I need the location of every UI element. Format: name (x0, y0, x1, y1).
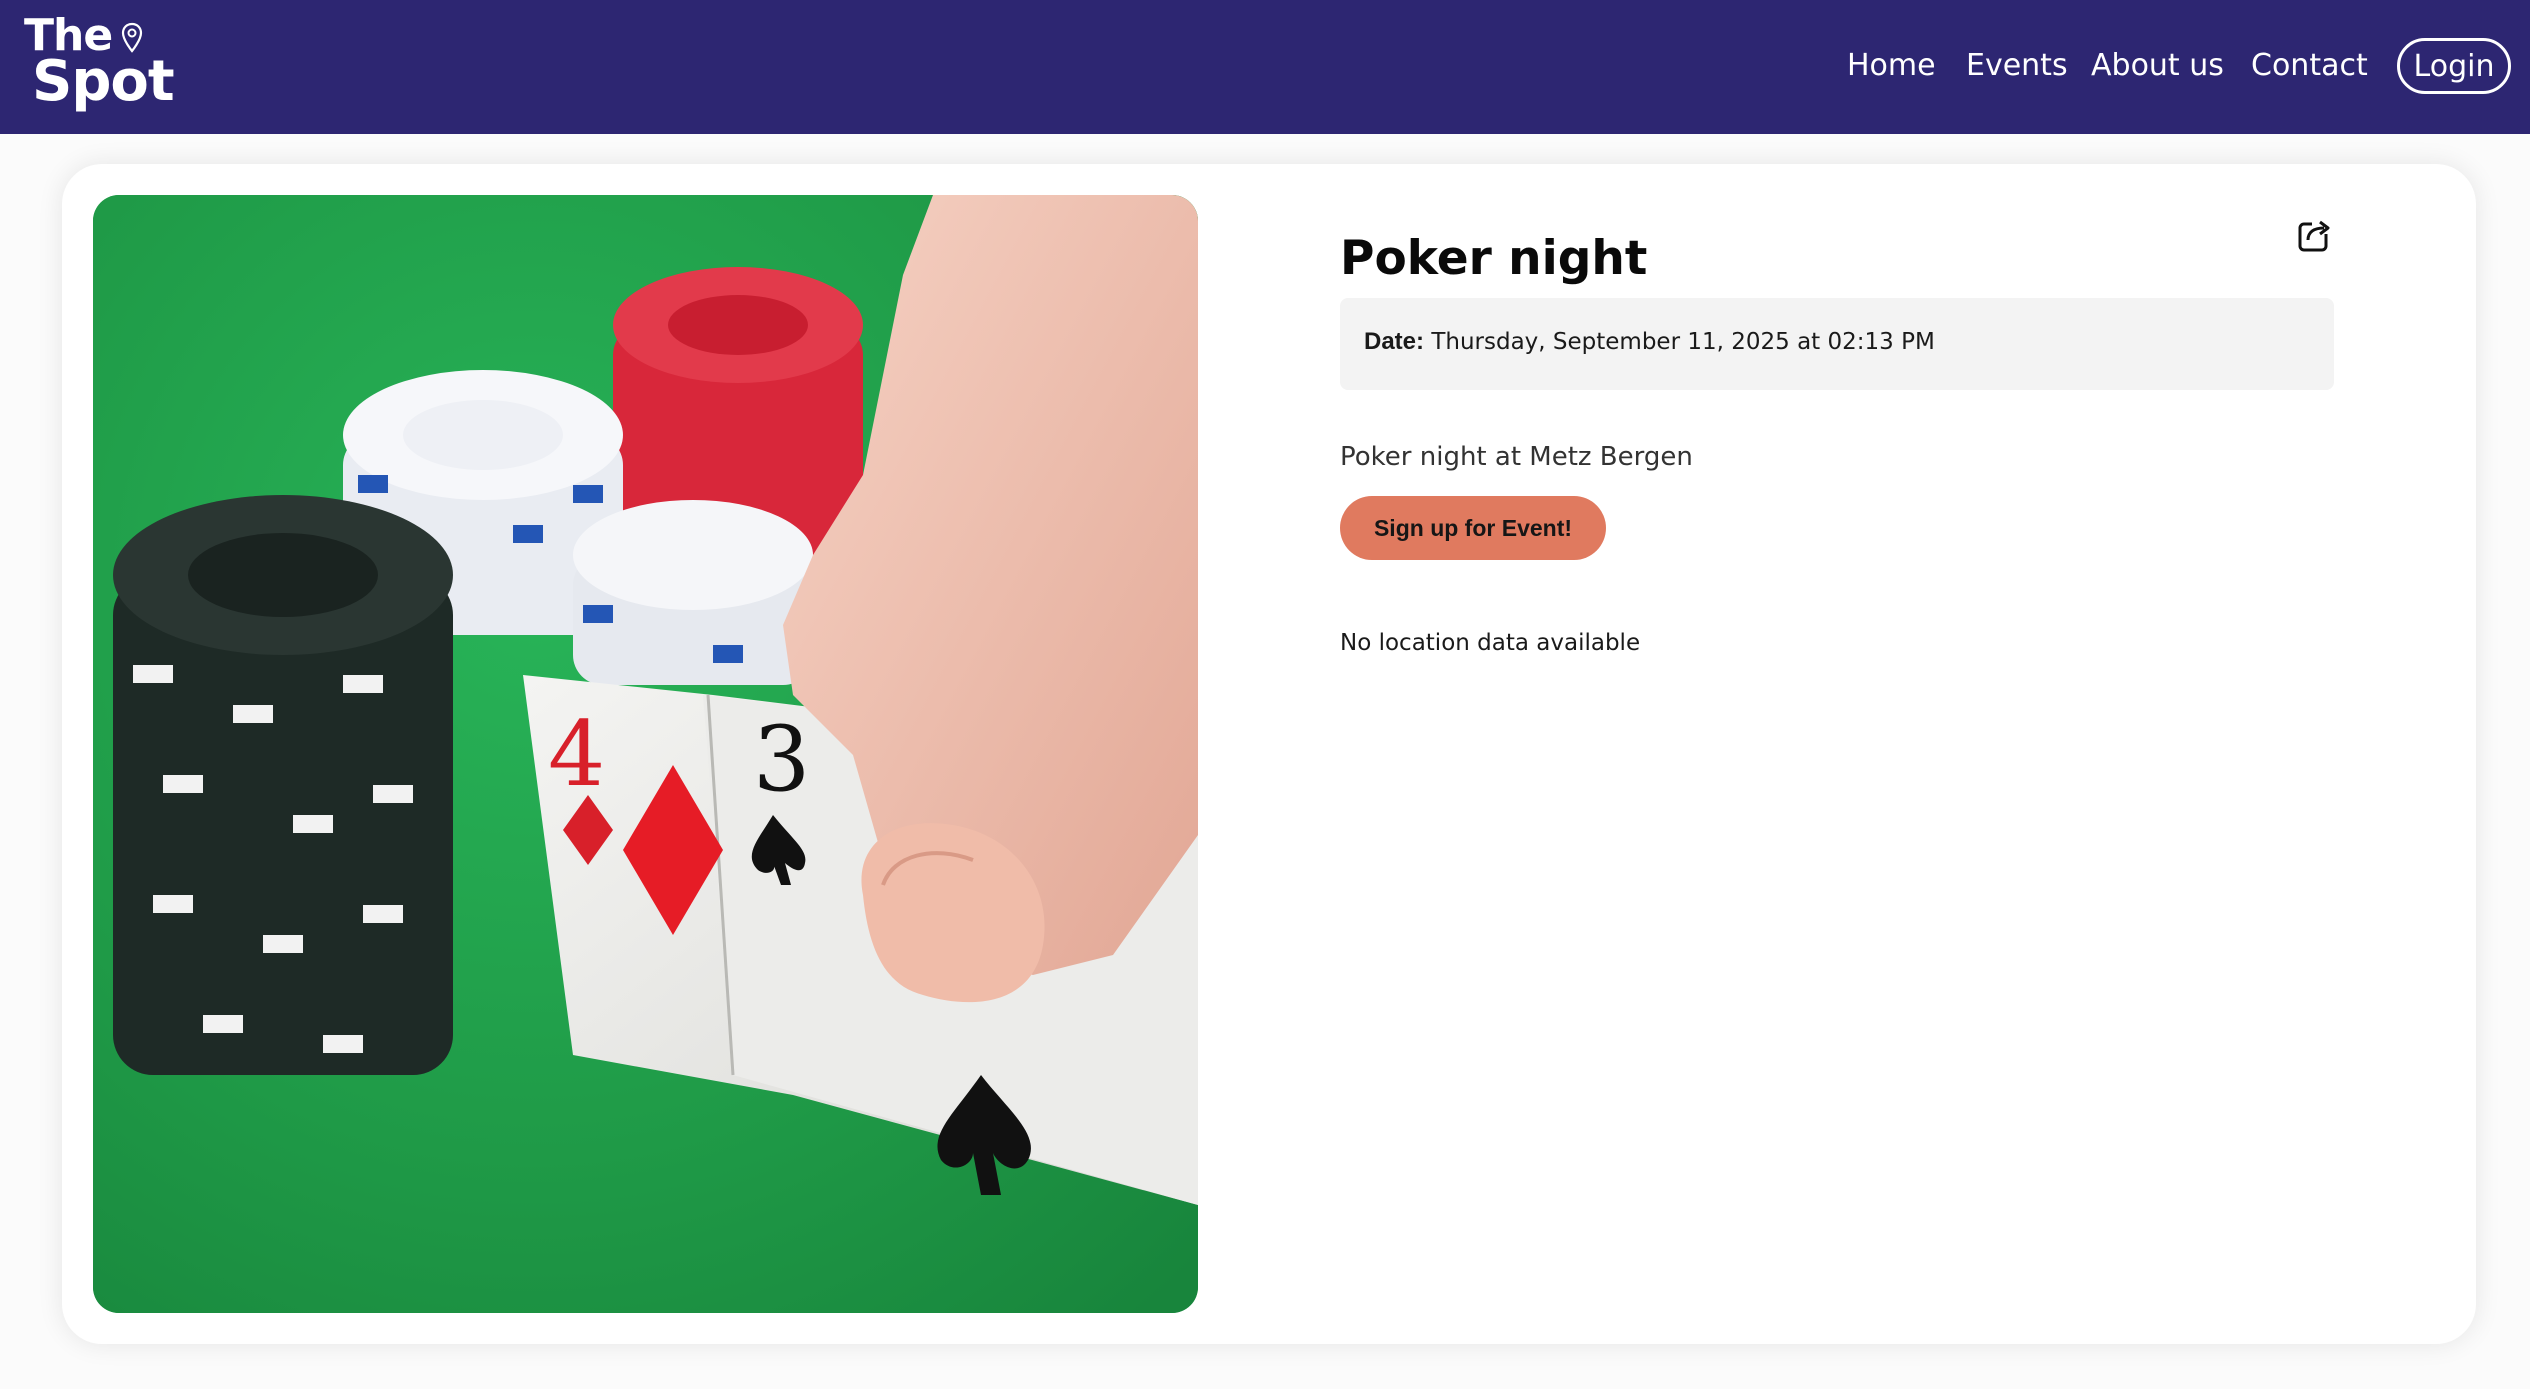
signup-button[interactable]: Sign up for Event! (1340, 496, 1606, 560)
top-navbar: The Spot Home Events About us Contact Lo… (0, 0, 2530, 134)
location-status: No location data available (1340, 630, 1641, 656)
event-title: Poker night (1340, 231, 1648, 287)
nav-home-link[interactable]: Home (1847, 48, 1936, 83)
black-chip-stack (113, 495, 453, 1075)
event-detail-card: 4 3 Poker night Date: Thursday, Septembe… (62, 164, 2476, 1344)
event-image: 4 3 (93, 195, 1198, 1313)
share-icon[interactable] (2296, 214, 2336, 254)
event-date-box: Date: Thursday, September 11, 2025 at 02… (1340, 298, 2334, 390)
site-logo[interactable]: The Spot (24, 14, 175, 114)
date-label: Date: (1364, 328, 1425, 355)
card-rank-three: 3 (753, 707, 810, 812)
login-button[interactable]: Login (2397, 38, 2511, 94)
poker-photo: 4 3 (93, 195, 1198, 1313)
card-rank-four: 4 (548, 702, 605, 807)
nav-about-link[interactable]: About us (2091, 48, 2224, 83)
logo-text-line2: Spot (32, 49, 175, 114)
white-chip-stack-2 (573, 500, 813, 685)
date-value: Thursday, September 11, 2025 at 02:13 PM (1431, 329, 1935, 355)
nav-contact-link[interactable]: Contact (2251, 48, 2368, 83)
nav-events-link[interactable]: Events (1966, 48, 2068, 83)
event-description: Poker night at Metz Bergen (1340, 442, 1693, 472)
event-date: Date: Thursday, September 11, 2025 at 02… (1364, 328, 1935, 356)
